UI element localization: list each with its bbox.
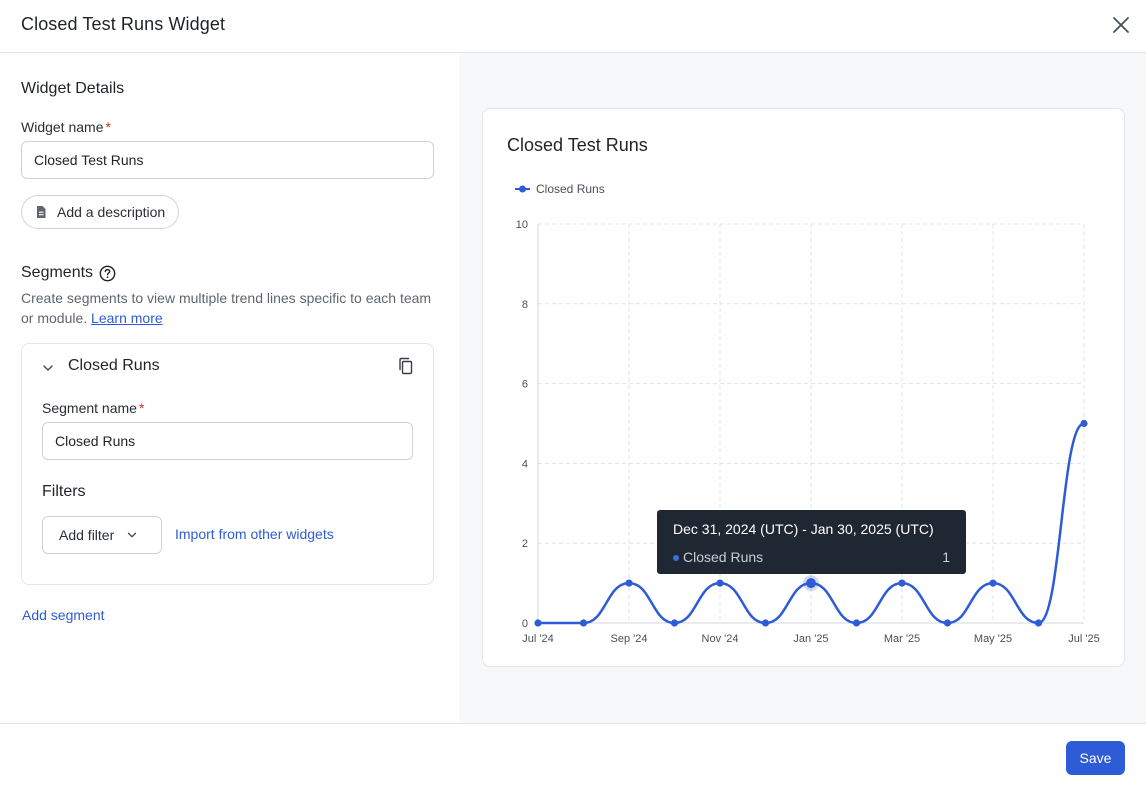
chart-card: Closed Test Runs Closed Runs 0 2 4 6 8 10 Jul…	[482, 108, 1125, 667]
add-description-button[interactable]: Add a description	[21, 195, 180, 229]
learn-more-link[interactable]: Learn more	[91, 310, 163, 326]
data-point[interactable]	[534, 619, 542, 627]
preview-panel: Closed Test Runs Closed Runs 0 2 4 6 8 10 Jul…	[459, 53, 1146, 723]
legend-label: Closed Runs	[536, 182, 605, 196]
add-filter-label: Add filter	[59, 527, 115, 543]
x-tick-label: Nov '24	[702, 633, 739, 645]
required-mark: *	[138, 400, 145, 416]
tooltip-title: Dec 31, 2024 (UTC) - Jan 30, 2025 (UTC)	[673, 521, 934, 537]
chevron-down-icon[interactable]	[41, 361, 55, 375]
add-description-label: Add a description	[57, 204, 166, 220]
legend-marker	[519, 185, 526, 193]
y-tick-label: 10	[516, 219, 528, 231]
chart-legend[interactable]: Closed Runs	[515, 182, 605, 196]
y-tick-label: 0	[522, 618, 528, 630]
widget-name-input[interactable]: Closed Test Runs	[21, 141, 434, 179]
tooltip-series-name: Closed Runs	[683, 549, 764, 565]
data-point[interactable]	[1034, 619, 1043, 627]
tooltip-series-marker	[673, 555, 679, 561]
segment-card: Closed Runs Segment name * Closed Runs Fi…	[21, 343, 434, 585]
chart-tooltip: Dec 31, 2024 (UTC) - Jan 30, 2025 (UTC) …	[657, 510, 966, 574]
segments-description: Create segments to view multiple trend l…	[21, 290, 432, 326]
add-filter-dropdown[interactable]: Add filter	[42, 516, 162, 554]
widget-details-title: Widget Details	[21, 80, 125, 97]
save-button[interactable]: Save	[1066, 741, 1125, 775]
widget-name-label: Widget name *	[21, 119, 111, 135]
required-mark: *	[105, 119, 111, 135]
x-tick-label: Jul '24	[522, 633, 553, 645]
segment-name-label: Segment name *	[42, 400, 145, 416]
x-tick-label: Mar '25	[884, 633, 920, 645]
segment-title: Closed Runs	[68, 357, 160, 374]
copy-icon[interactable]	[396, 356, 416, 376]
chevron-down-icon	[128, 532, 137, 538]
x-tick-label: Sep '24	[611, 633, 648, 645]
data-point[interactable]	[898, 579, 906, 587]
segment-name-input[interactable]: Closed Runs	[42, 422, 413, 460]
x-tick-label: Jan '25	[793, 633, 828, 645]
y-tick-label: 2	[522, 538, 528, 550]
data-point[interactable]	[761, 619, 770, 627]
data-point[interactable]	[989, 579, 997, 587]
x-tick-label: Jul '25	[1068, 633, 1099, 645]
close-icon[interactable]	[1109, 13, 1133, 37]
data-point[interactable]	[943, 619, 952, 627]
import-from-widgets-link[interactable]: Import from other widgets	[175, 526, 334, 542]
line-chart: Closed Runs 0 2 4 6 8 10 Jul '24 Sep '24 Nov '2…	[515, 182, 1100, 645]
help-circle-icon[interactable]	[99, 265, 116, 282]
y-tick-label: 8	[522, 299, 528, 311]
data-point[interactable]	[670, 619, 679, 627]
add-segment-button[interactable]: Add segment	[22, 607, 105, 623]
y-tick-label: 6	[522, 379, 528, 391]
data-point[interactable]	[579, 619, 588, 627]
y-tick-label: 4	[522, 458, 528, 470]
x-axis: Jul '24 Sep '24 Nov '24 Jan '25 Mar '25 May '…	[522, 633, 1099, 645]
document-icon	[37, 206, 46, 218]
y-axis: 0 2 4 6 8 10	[516, 219, 528, 630]
data-point[interactable]	[806, 578, 816, 589]
tooltip-value: 1	[942, 549, 950, 565]
modal-footer: Save	[0, 723, 1146, 785]
data-point[interactable]	[625, 579, 633, 587]
filters-title: Filters	[42, 483, 86, 500]
segments-title: Segments	[21, 264, 116, 282]
modal-header: Closed Test Runs Widget	[0, 0, 1146, 53]
data-point[interactable]	[716, 579, 724, 587]
data-point[interactable]	[1080, 419, 1088, 428]
x-tick-label: May '25	[974, 633, 1012, 645]
data-point[interactable]	[852, 619, 861, 627]
modal-title: Closed Test Runs Widget	[21, 14, 226, 34]
settings-panel: Widget Details Widget name * Closed Test …	[0, 53, 459, 723]
